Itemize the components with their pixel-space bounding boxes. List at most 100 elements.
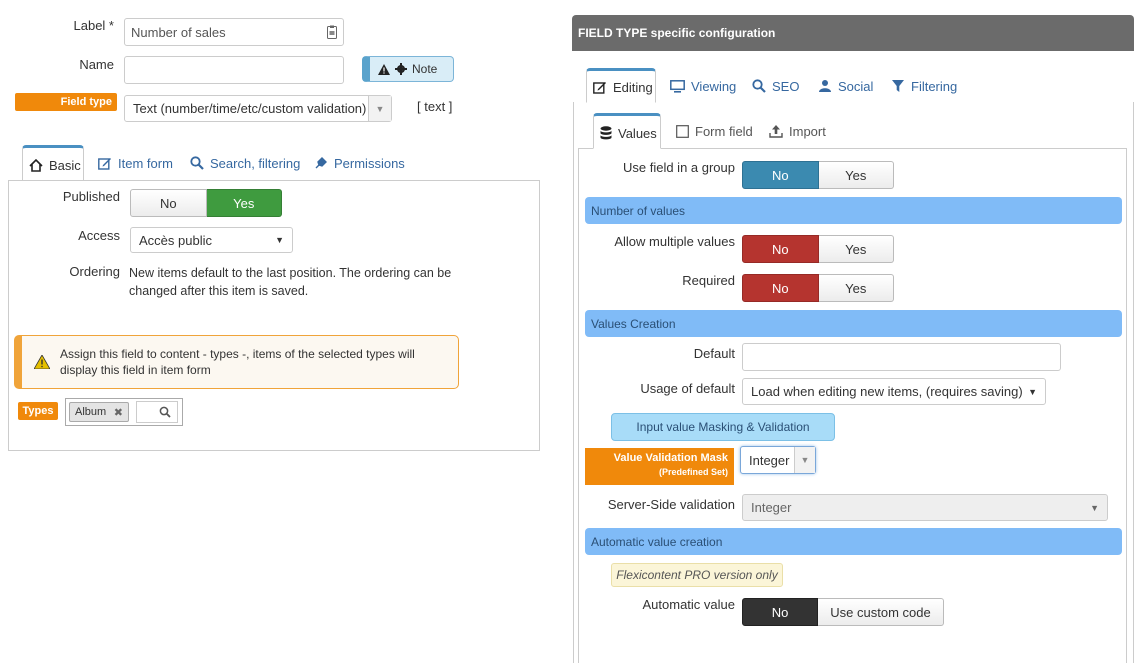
field-type-code: [ text ] [417,99,453,114]
automatic-value-no-button[interactable]: No [742,598,818,626]
search-icon [190,156,204,170]
automatic-value-label: Automatic value [642,597,736,612]
tab-filtering[interactable]: Filtering [891,77,957,95]
user-icon [818,79,832,93]
field-type-select[interactable]: Text (number/time/etc/custom validation)… [124,95,392,122]
plug-icon [314,156,328,170]
allow-multiple-label: Allow multiple values [614,234,735,249]
name-input[interactable] [124,56,344,84]
access-label: Access [78,228,120,243]
remove-tag-icon[interactable]: ✖ [114,406,123,419]
subtab-form-field-label: Form field [695,123,753,139]
search-icon [159,406,171,418]
validation-mask-badge: Value Validation Mask (Predefined Set) [585,448,734,485]
subtab-form-field[interactable]: Form field [676,122,753,140]
home-icon [29,158,43,172]
tab-basic[interactable]: Basic [22,145,84,181]
tab-item-form[interactable]: Item form [98,154,173,172]
field-type-value: Text (number/time/etc/custom validation) [133,101,367,116]
tab-basic-label: Basic [49,157,81,173]
filter-icon [891,79,905,93]
tab-social-label: Social [838,78,874,94]
allow-multiple-toggle[interactable]: No Yes [742,235,894,263]
types-badge: Types [18,402,58,420]
automatic-value-custom-button[interactable]: Use custom code [818,598,944,626]
subtab-values-label: Values [618,125,657,141]
validation-mask-badge-subtitle: (Predefined Set) [658,467,728,477]
subtab-import-label: Import [789,123,826,139]
label-field-label: Label * [73,18,114,33]
gear-icon [395,63,407,75]
note-button[interactable]: Note [362,56,454,82]
chevron-down-icon: ▼ [794,447,815,473]
warning-text: Assign this field to content - types -, … [60,347,415,377]
tab-seo[interactable]: SEO [752,77,799,95]
ordering-text: New items default to the last position. … [129,266,452,298]
usage-default-value: Load when editing new items, (requires s… [751,384,1023,399]
required-yes-button[interactable]: Yes [818,274,894,302]
allow-multiple-yes-button[interactable]: Yes [818,235,894,263]
chevron-down-icon: ▼ [368,96,391,121]
warning-alert: Assign this field to content - types -, … [14,335,459,389]
automatic-value-toggle[interactable]: No Use custom code [742,598,944,626]
subtab-values[interactable]: Values [593,113,661,149]
access-value: Accès public [139,232,212,248]
validation-mask-select[interactable]: Integer ▼ [740,446,816,474]
ordering-label: Ordering [69,264,120,279]
label-input[interactable]: Number of sales [124,18,344,46]
allow-multiple-no-button[interactable]: No [742,235,819,263]
tab-search-filtering[interactable]: Search, filtering [190,154,300,172]
default-input[interactable] [742,343,1061,371]
tab-permissions-label: Permissions [334,155,405,171]
checkbox-icon [676,124,689,138]
type-tag: Album ✖ [69,402,129,422]
published-yes-button[interactable]: Yes [206,189,282,217]
name-field-label: Name [79,57,114,72]
types-search-input[interactable] [136,401,178,423]
validation-mask-badge-title: Value Validation Mask [613,452,728,464]
clipboard-icon[interactable] [327,25,337,39]
server-validation-label: Server-Side validation [607,497,735,512]
tab-viewing-label: Viewing [691,78,737,94]
upload-icon [769,124,783,138]
masking-validation-button[interactable]: Input value Masking & Validation [611,413,835,441]
tab-editing[interactable]: Editing [586,68,656,103]
pro-version-note: Flexicontent PRO version only [611,563,783,587]
chevron-down-icon: ▼ [1028,386,1037,397]
published-toggle[interactable]: No Yes [130,189,282,217]
published-no-button[interactable]: No [130,189,207,217]
note-label: Note [412,62,438,76]
edit-icon [98,157,112,170]
server-validation-select[interactable]: Integer ▼ [742,494,1108,521]
required-label: Required [682,273,735,288]
usage-default-label: Usage of default [640,381,735,396]
tab-filtering-label: Filtering [911,78,958,94]
use-in-group-label: Use field in a group [622,160,735,175]
tab-viewing[interactable]: Viewing [670,77,736,95]
label-input-value: Number of sales [131,24,226,40]
field-type-config-header: FIELD TYPE specific configuration [572,15,1134,51]
use-in-group-yes-button[interactable]: Yes [818,161,894,189]
type-tag-label: Album [75,406,107,418]
required-toggle[interactable]: No Yes [742,274,894,302]
required-no-button[interactable]: No [742,274,819,302]
chevron-down-icon: ▼ [275,235,284,245]
automatic-value-section: Automatic value creation [585,528,1122,555]
subtab-import[interactable]: Import [769,122,826,140]
tab-item-form-label: Item form [118,155,173,171]
use-in-group-no-button[interactable]: No [742,161,819,189]
edit-icon [593,81,607,94]
published-label: Published [62,189,120,204]
number-of-values-section: Number of values [585,197,1122,224]
usage-default-select[interactable]: Load when editing new items, (requires s… [742,378,1046,405]
types-select[interactable]: Album ✖ [65,398,183,426]
tab-seo-label: SEO [772,78,800,94]
warning-icon [34,355,50,369]
tab-editing-label: Editing [613,80,653,95]
access-select[interactable]: Accès public ▼ [130,227,293,253]
tab-permissions[interactable]: Permissions [314,154,405,172]
database-icon [600,126,612,140]
warning-icon [378,63,390,75]
use-in-group-toggle[interactable]: No Yes [742,161,894,189]
tab-social[interactable]: Social [818,77,873,95]
